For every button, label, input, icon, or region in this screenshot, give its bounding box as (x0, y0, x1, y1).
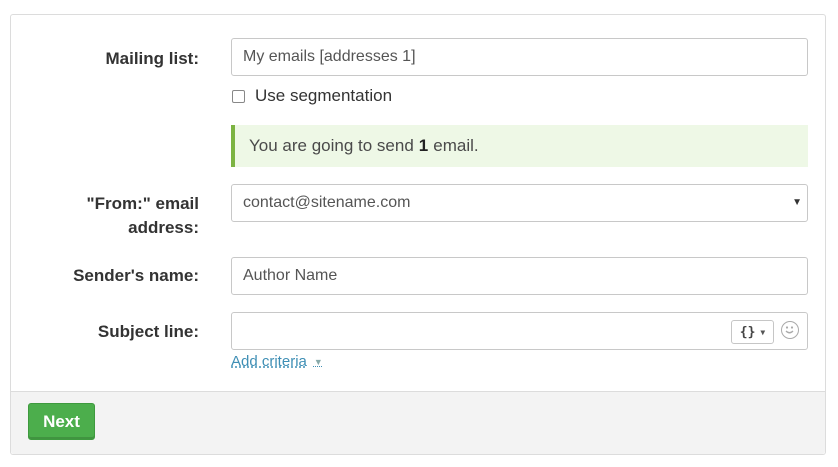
add-criteria-link[interactable]: Add criteria ▼ (231, 353, 323, 370)
mailing-list-label: Mailing list: (105, 49, 200, 68)
alert-prefix: You are going to send (249, 136, 414, 155)
segmentation-row[interactable]: Use segmentation (231, 86, 392, 106)
subject-line-input[interactable]: {} ▼ (231, 312, 808, 350)
from-address-value: contact@sitename.com (243, 194, 411, 211)
segmentation-checkbox[interactable] (232, 89, 245, 103)
braces-icon: {} (739, 324, 756, 340)
sender-name-input[interactable]: Author Name (231, 257, 808, 295)
sender-name-value: Author Name (243, 267, 338, 284)
segmentation-label: Use segmentation (255, 86, 393, 105)
sender-name-label: Sender's name: (73, 266, 199, 285)
caret-down-icon: ▼ (313, 356, 323, 367)
alert-suffix: email. (433, 136, 479, 155)
smiley-icon[interactable] (781, 321, 799, 339)
chevron-down-icon: ▼ (792, 197, 802, 208)
send-count-alert: You are going to send 1 email. (231, 125, 808, 167)
add-criteria-label: Add criteria (231, 353, 307, 370)
mailing-list-input[interactable]: My emails [addresses 1] (231, 38, 808, 76)
form-footer: Next (11, 391, 825, 454)
from-address-label-line2: address: (128, 218, 199, 237)
alert-count: 1 (418, 136, 429, 155)
from-address-select[interactable]: contact@sitename.com ▼ (231, 184, 808, 222)
next-button[interactable]: Next (28, 403, 95, 440)
campaign-settings-panel: Mailing list: My emails [addresses 1] Us… (10, 14, 826, 455)
mailing-list-value: My emails [addresses 1] (243, 48, 416, 65)
from-address-label: "From:" email address: (11, 192, 199, 240)
from-address-label-line1: "From:" email (86, 194, 199, 213)
subject-line-label: Subject line: (97, 322, 199, 341)
insert-token-button[interactable]: {} ▼ (731, 320, 774, 344)
caret-down-icon: ▼ (760, 327, 766, 337)
